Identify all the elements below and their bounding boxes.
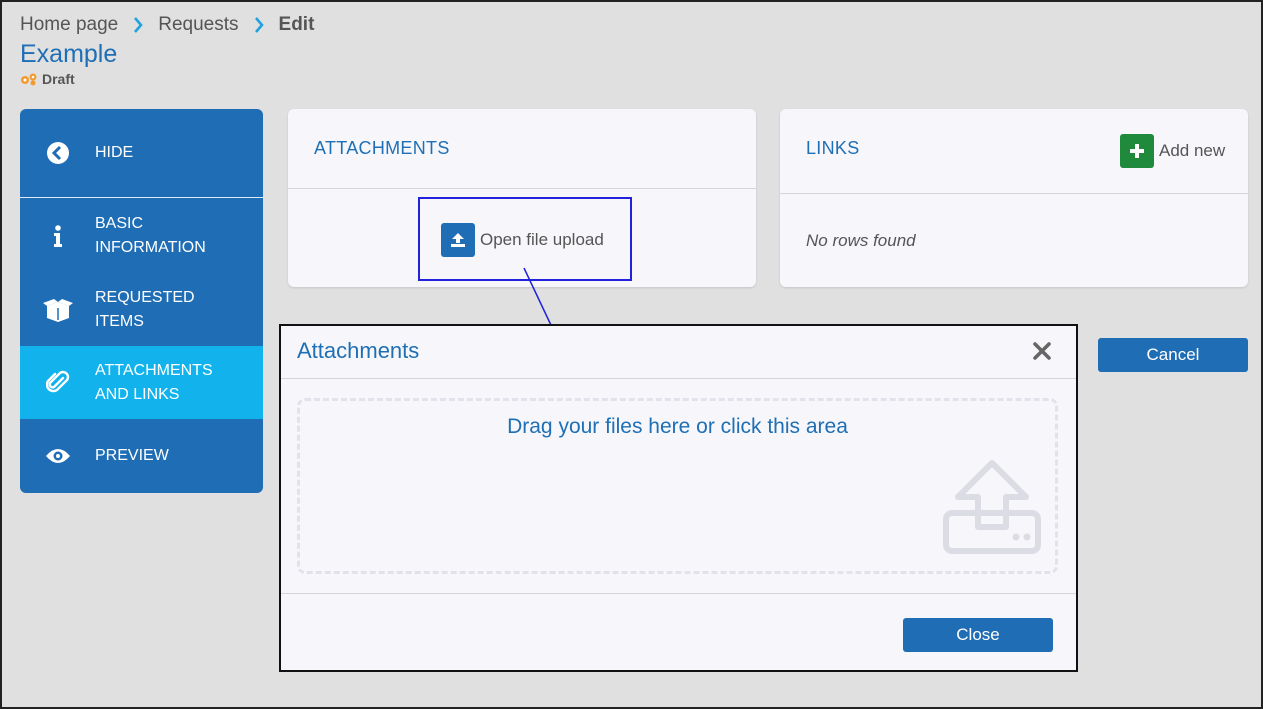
upload-icon: [943, 460, 1041, 554]
attachments-modal: Attachments Drag your files here or clic…: [279, 324, 1078, 672]
close-button[interactable]: Close: [903, 618, 1053, 652]
modal-title: Attachments: [297, 338, 420, 363]
app-frame: Home page Requests Edit Example Draft HI…: [0, 0, 1263, 709]
close-icon[interactable]: [1031, 340, 1053, 362]
dropzone-text: Drag your files here or click this area: [507, 415, 848, 438]
divider: [281, 378, 1076, 379]
file-dropzone[interactable]: Drag your files here or click this area: [297, 398, 1058, 574]
divider: [281, 593, 1076, 594]
